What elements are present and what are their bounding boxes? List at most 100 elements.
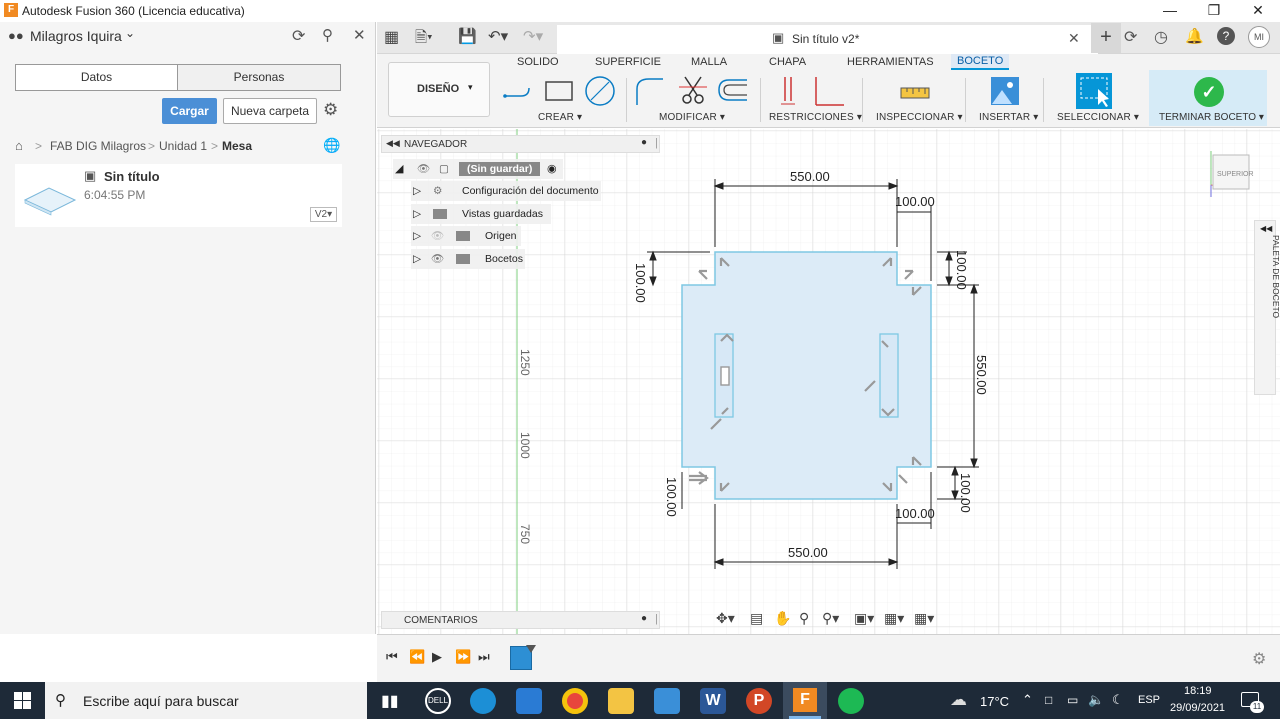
chrome-icon[interactable] — [562, 688, 588, 714]
user-name[interactable]: Milagros Iquira — [30, 28, 122, 44]
notifications-bell-icon[interactable]: 🔔 — [1185, 27, 1204, 45]
comments-panel[interactable]: COMENTARIOS ● | — [381, 611, 660, 629]
measure-ruler-icon[interactable] — [899, 82, 931, 102]
offset-tool-icon[interactable] — [715, 76, 749, 106]
minimize-button[interactable]: — — [1148, 0, 1192, 22]
breadcrumb-folder[interactable]: Unidad 1 — [159, 139, 207, 153]
breadcrumb-project[interactable]: FAB DIG Milagros — [50, 139, 146, 153]
mail-icon[interactable] — [516, 688, 542, 714]
add-comment-icon[interactable]: ● — [641, 613, 647, 624]
dim-top-right-notch-h[interactable]: 100.00 — [895, 194, 935, 209]
expand-triangle-icon[interactable]: ▷ — [413, 204, 421, 224]
visibility-eye-icon[interactable]: 👁 — [431, 249, 444, 269]
fusion-taskbar-active[interactable]: F — [783, 682, 827, 719]
close-window-button[interactable]: ✕ — [1236, 0, 1280, 22]
expand-palette-icon[interactable]: ◀◀ — [1260, 224, 1272, 233]
browser-options-icon[interactable]: ● — [641, 137, 647, 148]
browser-panel-header[interactable]: ◀◀ NAVEGADOR ● | — [381, 135, 660, 153]
dim-right-height[interactable]: 550.00 — [974, 355, 989, 395]
chevron-down-icon[interactable]: ⌄ — [125, 26, 135, 40]
dim-bottom-left-notch-v[interactable]: 100.00 — [664, 477, 679, 517]
close-tab-icon[interactable]: ✕ — [1068, 30, 1080, 47]
app-grid-icon[interactable]: ▦ — [384, 27, 399, 47]
select-menu[interactable]: SELECCIONAR ▾ — [1057, 112, 1139, 123]
slot-right[interactable] — [879, 333, 899, 418]
dim-bottom-width[interactable]: 550.00 — [788, 545, 828, 560]
go-to-start-icon[interactable]: ⏮ — [386, 649, 398, 665]
tab-personas[interactable]: Personas — [177, 64, 341, 91]
dim-bottom-right-notch-h[interactable]: 100.00 — [895, 506, 935, 521]
inspect-menu[interactable]: INSPECCIONAR ▾ — [876, 112, 963, 123]
tab-chapa[interactable]: CHAPA — [769, 56, 806, 68]
browser-root[interactable]: ◢ 👁 ▢ (Sin guardar) ◉ — [393, 159, 563, 179]
finish-sketch-button[interactable]: ✓ TERMINAR BOCETO ▾ — [1149, 70, 1267, 126]
battery-icon[interactable]: ▭ — [1067, 693, 1078, 707]
dim-top-width[interactable]: 550.00 — [790, 169, 830, 184]
file-card[interactable]: ▣ Sin título 6:04:55 PM V2▾ — [15, 164, 342, 227]
windows-start-icon[interactable] — [14, 692, 31, 709]
tab-herramientas[interactable]: HERRAMIENTAS — [847, 56, 934, 68]
perpendicular-constraint-icon[interactable] — [812, 75, 846, 107]
insert-image-icon[interactable] — [990, 76, 1020, 106]
tab-boceto[interactable]: BOCETO — [951, 54, 1010, 70]
expand-triangle-icon[interactable]: ▷ — [413, 226, 421, 246]
tab-superficie[interactable]: SUPERFICIE — [595, 56, 661, 68]
orbit-icon[interactable]: ✥▾ — [716, 610, 735, 627]
close-panel-icon[interactable]: ✕ — [353, 26, 366, 44]
browser-item-config[interactable]: ▷ ⚙ Configuración del documento — [411, 181, 601, 201]
timeline-marker[interactable] — [526, 645, 536, 653]
circle-tool-icon[interactable] — [584, 75, 616, 107]
browser-item-origin[interactable]: ▷ 👁 Origen — [411, 226, 521, 246]
task-view-icon[interactable]: ▮▮ — [381, 691, 399, 711]
upload-button[interactable]: Cargar — [162, 98, 217, 124]
tab-malla[interactable]: MALLA — [691, 56, 727, 68]
save-icon[interactable]: 💾 — [458, 27, 477, 45]
file-explorer-icon[interactable] — [608, 688, 634, 714]
file-menu-icon[interactable]: 🗎▾ — [415, 27, 433, 52]
meet-icon[interactable]: □ — [1045, 693, 1052, 707]
extensions-icon[interactable]: ⟳ — [1124, 27, 1137, 47]
edge-browser-icon[interactable] — [470, 688, 496, 714]
browser-root-label[interactable]: (Sin guardar) — [459, 162, 541, 176]
browser-item-sketches[interactable]: ▷ 👁 Bocetos — [411, 249, 525, 269]
select-tool-icon[interactable] — [1076, 73, 1112, 109]
modify-menu[interactable]: MODIFICAR ▾ — [659, 112, 725, 123]
volume-icon[interactable]: 🔈 — [1088, 692, 1104, 708]
fit-zoom-icon[interactable]: ⚲▾ — [822, 610, 839, 627]
hidden-eye-icon[interactable]: 👁 — [431, 226, 444, 246]
fillet-tool-icon[interactable] — [633, 75, 665, 107]
job-status-icon[interactable]: ◷ — [1154, 27, 1168, 47]
step-back-icon[interactable]: ⏪ — [409, 649, 425, 665]
clock-time[interactable]: 18:19 — [1184, 685, 1212, 697]
play-icon[interactable]: ▶ — [432, 649, 442, 665]
new-tab-icon[interactable]: + — [1091, 23, 1121, 53]
dell-app-icon[interactable]: DELL — [425, 688, 451, 714]
expand-triangle-icon[interactable]: ▷ — [413, 181, 421, 201]
undo-icon[interactable]: ↶▾ — [488, 27, 508, 45]
go-to-end-icon[interactable]: ⏭ — [478, 649, 490, 665]
clock-date[interactable]: 29/09/2021 — [1170, 702, 1225, 714]
design-canvas[interactable]: 550.00 100.00 100.00 100.00 550.00 100.0… — [377, 129, 1280, 634]
taskbar-search[interactable]: ⚲ Escribe aquí para buscar — [45, 682, 367, 719]
settings-gear-icon[interactable]: ⚙ — [323, 100, 338, 120]
tab-datos[interactable]: Datos — [15, 64, 178, 91]
spotify-icon[interactable] — [838, 688, 864, 714]
collapse-triangle-icon[interactable]: ◢ — [395, 159, 403, 179]
home-icon[interactable]: ⌂ — [15, 138, 23, 153]
new-folder-button[interactable]: Nueva carpeta — [223, 98, 317, 124]
viewports-icon[interactable]: ▦▾ — [914, 610, 934, 627]
document-tab[interactable]: ▣ Sin título v2* ✕ — [557, 25, 1098, 54]
browser-item-views[interactable]: ▷ Vistas guardadas — [411, 204, 551, 224]
look-at-icon[interactable]: ▤ — [750, 610, 763, 627]
language-indicator[interactable]: ESP — [1138, 694, 1160, 706]
create-menu[interactable]: CREAR ▾ — [538, 112, 582, 123]
help-icon[interactable]: ? — [1217, 27, 1235, 45]
refresh-icon[interactable]: ⟳ — [292, 26, 305, 46]
word-icon[interactable]: W — [700, 688, 726, 714]
version-badge[interactable]: V2▾ — [310, 207, 337, 222]
activate-radio-icon[interactable]: ◉ — [547, 159, 557, 179]
globe-icon[interactable]: 🌐 — [323, 137, 340, 154]
wifi-icon[interactable]: ☾ — [1112, 692, 1124, 708]
insert-menu[interactable]: INSERTAR ▾ — [979, 112, 1038, 123]
sketch-palette-tab[interactable]: ◀◀ PALETA DE BOCETO — [1254, 220, 1280, 395]
